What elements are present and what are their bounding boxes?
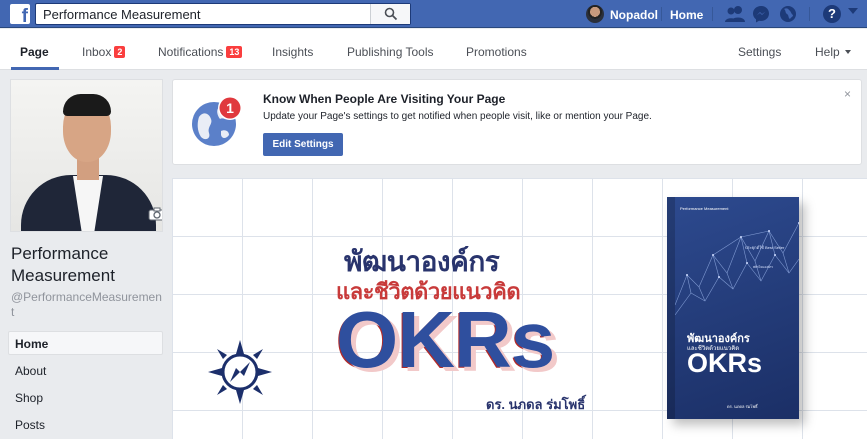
edit-settings-button[interactable]: Edit Settings (263, 133, 343, 156)
search-icon (384, 7, 398, 21)
messenger-icon[interactable] (752, 5, 770, 23)
profile-picture[interactable] (10, 79, 163, 232)
help-icon[interactable]: ? (823, 5, 841, 23)
top-navigation-bar: f Performance Measurement Nopadol Home ? (0, 0, 867, 28)
notice-title: Know When People Are Visiting Your Page (263, 92, 506, 106)
book-top-label: Performance Measurement (680, 206, 729, 211)
tab-inbox[interactable]: Inbox 2 (82, 45, 126, 59)
divider (661, 7, 662, 21)
notifications-count-badge: 13 (226, 46, 243, 58)
chevron-down-icon (844, 50, 851, 54)
book-cover-image: Performance Measurement ประยุกต์ใช้ Best… (667, 197, 799, 419)
cover-headline: OKRs (336, 295, 555, 384)
search-button[interactable] (370, 4, 410, 24)
notice-badge-count: 1 (226, 100, 234, 116)
globe-icon[interactable] (779, 5, 797, 23)
tab-publishing-tools[interactable]: Publishing Tools (347, 45, 434, 59)
tab-page[interactable]: Page (20, 45, 49, 59)
page-title: Performance Measurement (11, 244, 115, 285)
book-author: ดร. นภดล ร่มโพธิ์ (727, 404, 758, 409)
search-box[interactable]: Performance Measurement (35, 3, 411, 25)
tab-help-label: Help (815, 45, 840, 59)
sidebar-item-posts[interactable]: Posts (8, 412, 163, 436)
sidebar-item-shop[interactable]: Shop (8, 385, 163, 409)
avatar (586, 5, 604, 23)
visitor-notification-prompt: 1 Know When People Are Visiting Your Pag… (172, 79, 862, 165)
tab-settings[interactable]: Settings (738, 45, 781, 59)
cover-author: ดร. นภดล ร่มโพธิ์ (486, 397, 586, 412)
book-tag-1: ประยุกต์ใช้ Best Seller (745, 245, 785, 250)
tab-help[interactable]: Help (815, 45, 851, 59)
sidebar-item-about[interactable]: About (8, 358, 163, 382)
home-link[interactable]: Home (670, 8, 703, 22)
cover-photo[interactable]: พัฒนาองค์กร และชีวิตด้วยแนวคิด OKRs ดร. … (172, 178, 867, 439)
search-input[interactable]: Performance Measurement (43, 7, 201, 22)
divider (809, 7, 810, 21)
tab-notifications[interactable]: Notifications 13 (158, 45, 243, 59)
camera-icon[interactable] (148, 207, 163, 221)
facebook-logo-icon[interactable]: f (10, 4, 30, 26)
globe-notification-icon: 1 (192, 96, 242, 146)
tab-inbox-label: Inbox (82, 45, 112, 59)
inbox-count-badge: 2 (114, 46, 126, 58)
page-navigation: Page Inbox 2 Notifications 13 Insights Pub… (0, 29, 867, 70)
account-menu-caret-icon[interactable] (848, 8, 858, 14)
tab-insights[interactable]: Insights (272, 45, 313, 59)
notice-body: Update your Page's settings to get notif… (263, 111, 652, 122)
divider (712, 7, 713, 21)
book-tag-2: พลิกโฉมองค์กร (753, 265, 773, 269)
active-tab-indicator (11, 67, 59, 70)
tab-promotions[interactable]: Promotions (466, 45, 527, 59)
user-name: Nopadol (610, 8, 658, 22)
friend-requests-icon[interactable] (724, 5, 746, 23)
book-headline: OKRs (687, 348, 763, 378)
page-username: @PerformanceMeasurement (11, 290, 162, 319)
close-icon[interactable]: × (844, 87, 851, 101)
compass-icon (208, 340, 272, 404)
sidebar-item-home[interactable]: Home (8, 331, 163, 355)
tab-notifications-label: Notifications (158, 45, 224, 59)
